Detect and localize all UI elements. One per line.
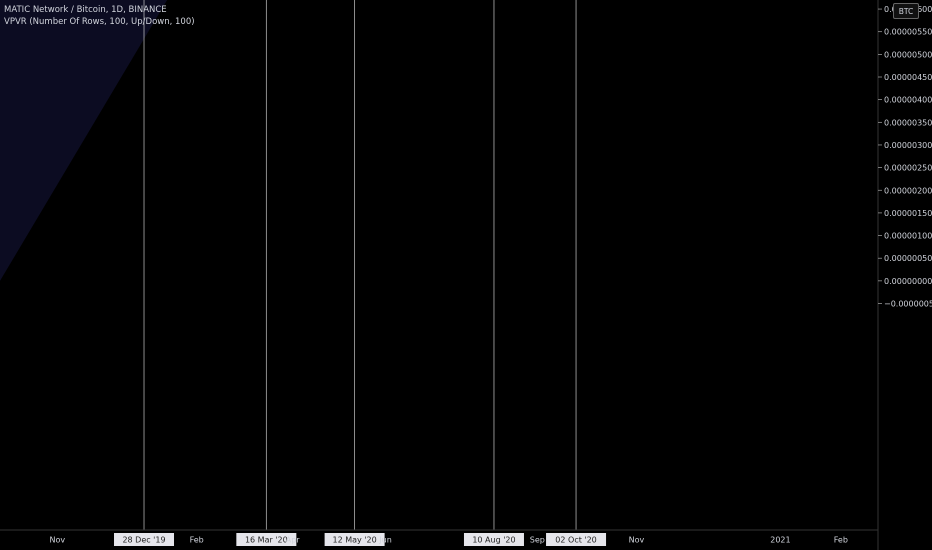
x-tick-label: 10 Aug '20 bbox=[472, 536, 515, 545]
x-tick-label: Jun bbox=[378, 536, 392, 545]
y-tick-label: 0.00000100 bbox=[884, 232, 932, 241]
x-tick-label: 02 Oct '20 bbox=[555, 536, 596, 545]
y-tick-label: 0.00000400 bbox=[884, 96, 932, 105]
date-gridlines bbox=[143, 0, 577, 530]
price-area-layer bbox=[0, 0, 168, 281]
y-tick-label: 0.00000250 bbox=[884, 164, 932, 173]
x-tick-label: 16 Mar '20 bbox=[245, 536, 288, 545]
price-axis[interactable]: 0.000006000.000005500.000005000.00000450… bbox=[877, 0, 932, 550]
y-tick-label: −0.00000050 bbox=[884, 300, 932, 309]
y-tick-label: 0.00000350 bbox=[884, 118, 932, 127]
indicator-legend[interactable]: VPVR (Number Of Rows, 100, Up/Down, 100) bbox=[4, 17, 195, 27]
x-tick-label: 28 Dec '19 bbox=[122, 536, 165, 545]
currency-scale-button[interactable]: BTC bbox=[893, 3, 919, 19]
price-chart[interactable]: arpsscststspringstst 0.000006000.0000055… bbox=[0, 0, 932, 550]
y-tick-label: 0.00000500 bbox=[884, 50, 932, 59]
y-tick-label: 0.00000000 bbox=[884, 277, 932, 286]
x-tick-label: Nov bbox=[49, 536, 65, 545]
y-tick-label: 0.00000300 bbox=[884, 141, 932, 150]
x-tick-label: Nov bbox=[629, 536, 645, 545]
y-tick-label: 0.00000200 bbox=[884, 186, 932, 195]
x-tick-label: 2021 bbox=[770, 536, 790, 545]
x-tick-label: Sep bbox=[530, 536, 545, 545]
price-area bbox=[0, 0, 168, 281]
y-tick-label: 0.00000050 bbox=[884, 254, 932, 263]
y-tick-label: 0.00000550 bbox=[884, 28, 932, 37]
x-tick-label: 12 May '20 bbox=[333, 536, 377, 545]
x-tick-label: Apr bbox=[286, 536, 301, 545]
y-tick-label: 0.00000450 bbox=[884, 73, 932, 82]
y-tick-label: 0.00000150 bbox=[884, 209, 932, 218]
x-tick-label: Feb bbox=[190, 536, 204, 545]
x-tick-label: Feb bbox=[834, 536, 848, 545]
time-axis[interactable]: Nov 28 Dec '19 Feb 16 Mar '20Apr 12 May '20 J… bbox=[0, 529, 878, 546]
chart-title: MATIC Network / Bitcoin, 1D, BINANCE bbox=[4, 5, 167, 15]
